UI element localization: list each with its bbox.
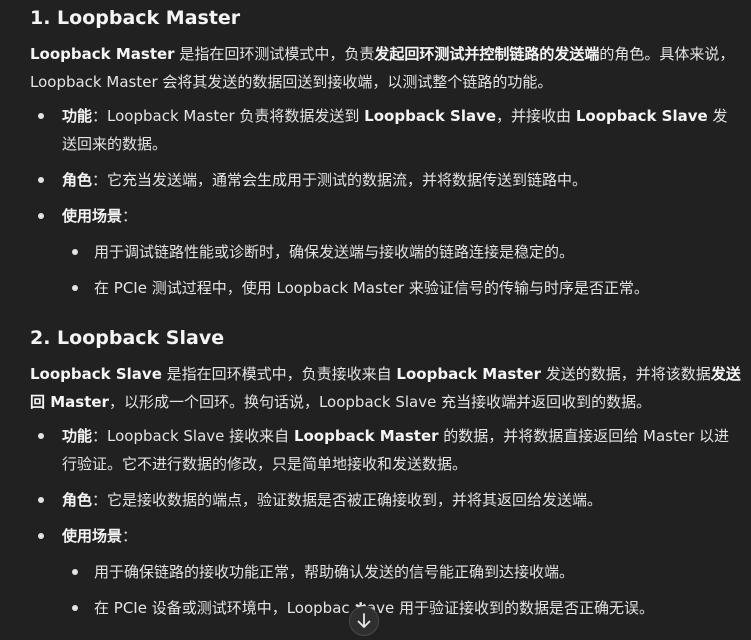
- section-2-list: 功能：Loopback Slave 接收来自 Loopback Master 的…: [30, 422, 742, 622]
- section-1-bullet-role: 角色：它充当发送端，通常会生成用于测试的数据流，并将数据传送到链路中。: [30, 166, 742, 194]
- section-1-usage-item: 用于调试链路性能或诊断时，确保发送端与接收端的链路连接是稳定的。: [62, 238, 742, 266]
- section-2-bullet-role: 角色：它是接收数据的端点，验证数据是否被正确接收到，并将其返回给发送端。: [30, 486, 742, 514]
- section-2-heading: 2. Loopback Slave: [30, 327, 225, 349]
- text-run: ：它充当发送端，通常会生成用于测试的数据流，并将数据传送到链路中。: [92, 171, 588, 189]
- text-run: ：Loopback Master 负责将数据发送到: [92, 107, 365, 125]
- section-1-intro: Loopback Master 是指在回环测试模式中，负责发起回环测试并控制链路…: [30, 40, 742, 96]
- section-2-bullet-usage: 使用场景： 用于确保链路的接收功能正常，帮助确认发送的信号能正确到达接收端。 在…: [30, 522, 742, 622]
- section-2-intro: Loopback Slave 是指在回环模式中，负责接收来自 Loopback …: [30, 360, 742, 416]
- bold-text: 角色: [62, 171, 93, 189]
- text-run: ，并接收由: [496, 107, 576, 125]
- section-1-heading: 1. Loopback Master: [30, 7, 241, 29]
- section-1-usage-item: 在 PCIe 测试过程中，使用 Loopback Master 来验证信号的传输…: [62, 274, 742, 302]
- section-2-usage-item: 在 PCIe 设备或测试环境中，Loopbac ✱ave 用于验证接收到的数据是…: [62, 594, 742, 622]
- section-1-usage-label: 使用场景：: [62, 207, 137, 225]
- section-1-bullet-function: 功能：Loopback Master 负责将数据发送到 Loopback Sla…: [30, 102, 742, 158]
- section-2-usage-list: 用于确保链路的接收功能正常，帮助确认发送的信号能正确到达接收端。 在 PCIe …: [62, 558, 742, 622]
- bold-text: 使用场景: [62, 207, 123, 225]
- scroll-to-bottom-button[interactable]: [349, 606, 379, 636]
- section-2-bullet-function: 功能：Loopback Slave 接收来自 Loopback Master 的…: [30, 422, 742, 478]
- bold-text: 角色: [62, 491, 93, 509]
- section-1-list: 功能：Loopback Master 负责将数据发送到 Loopback Sla…: [30, 102, 742, 302]
- section-2-usage-label: 使用场景：: [62, 527, 137, 545]
- text-run: ：它是接收数据的端点，验证数据是否被正确接收到，并将其返回给发送端。: [92, 491, 603, 509]
- arrow-down-icon: [357, 613, 371, 629]
- bold-text: Loopback Master: [30, 45, 175, 63]
- section-2-usage-item: 用于确保链路的接收功能正常，帮助确认发送的信号能正确到达接收端。: [62, 558, 742, 586]
- text-run: 发送的数据，并将该数据: [541, 365, 711, 383]
- bold-text: Loopback Master: [396, 365, 541, 383]
- bold-text: 使用场景: [62, 527, 123, 545]
- message-content: 1. Loopback Master Loopback Master 是指在回环…: [30, 0, 742, 622]
- bold-text: 功能: [62, 107, 93, 125]
- bold-text: 发起回环测试并控制链路的发送端: [374, 45, 600, 63]
- bold-text: Loopback Slave: [364, 107, 497, 125]
- text-run: ，以形成一个回环。换句话说，Loopback Slave 充当接收端并返回收到的…: [108, 393, 652, 411]
- bold-text: Loopback Master: [293, 427, 439, 445]
- text-run: ：: [122, 527, 138, 545]
- section-1-bullet-usage: 使用场景： 用于调试链路性能或诊断时，确保发送端与接收端的链路连接是稳定的。 在…: [30, 202, 742, 302]
- section-1-usage-list: 用于调试链路性能或诊断时，确保发送端与接收端的链路连接是稳定的。 在 PCIe …: [62, 238, 742, 302]
- text-run: 是指在回环模式中，负责接收来自: [161, 365, 397, 383]
- bold-text: Loopback Slave: [575, 107, 708, 125]
- text-run: ：: [122, 207, 138, 225]
- text-run: 是指在回环测试模式中，负责: [174, 45, 375, 63]
- bold-text: Loopback Slave: [30, 365, 162, 383]
- bold-text: 功能: [62, 427, 93, 445]
- text-run: ：Loopback Slave 接收来自: [92, 427, 294, 445]
